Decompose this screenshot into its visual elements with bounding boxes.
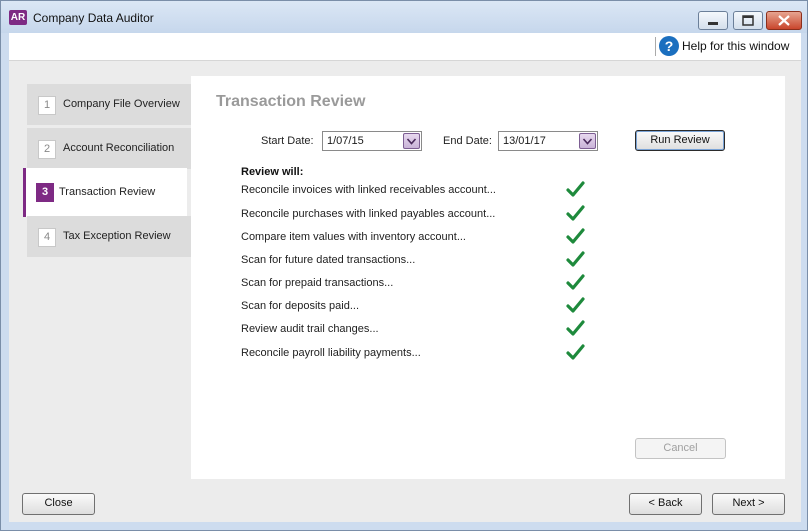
list-item: Scan for future dated transactions...	[241, 251, 591, 276]
help-link[interactable]: Help for this window	[682, 39, 789, 53]
close-icon	[778, 15, 790, 26]
review-item-text: Scan for future dated transactions...	[241, 254, 416, 266]
client-area: ? Help for this window 1 Company File Ov…	[9, 33, 801, 522]
cancel-button[interactable]: Cancel	[635, 438, 726, 459]
close-window-button[interactable]	[766, 11, 802, 30]
review-item-text: Scan for deposits paid...	[241, 300, 360, 312]
review-item-text: Reconcile payroll liability payments...	[241, 347, 421, 359]
window-title: Company Data Auditor	[33, 11, 154, 25]
help-bar: ? Help for this window	[9, 33, 801, 61]
back-button[interactable]: < Back	[629, 493, 702, 515]
list-item: Scan for deposits paid...	[241, 297, 591, 322]
check-icon	[566, 344, 585, 360]
step-tax-exception-review[interactable]: 4 Tax Exception Review	[27, 216, 191, 257]
check-icon	[566, 274, 585, 290]
chevron-down-icon[interactable]	[579, 133, 596, 149]
list-item: Compare item values with inventory accou…	[241, 228, 591, 253]
end-date-field[interactable]: 13/01/17	[498, 131, 598, 151]
list-item: Reconcile payroll liability payments...	[241, 344, 591, 369]
app-logo-icon: AR	[9, 10, 27, 25]
help-icon[interactable]: ?	[659, 36, 679, 56]
minimize-button[interactable]	[698, 11, 728, 30]
review-heading: Review will:	[241, 166, 304, 178]
start-date-label: Start Date:	[261, 135, 314, 147]
maximize-icon	[742, 15, 754, 26]
content-panel: Transaction Review Start Date: 1/07/15 E…	[191, 76, 785, 479]
page-title: Transaction Review	[216, 93, 366, 110]
list-item: Reconcile purchases with linked payables…	[241, 205, 591, 230]
end-date-value: 13/01/17	[503, 135, 546, 147]
step-company-file-overview[interactable]: 1 Company File Overview	[27, 84, 191, 125]
check-icon	[566, 181, 585, 197]
check-icon	[566, 205, 585, 221]
next-button[interactable]: Next >	[712, 493, 785, 515]
step-label: Account Reconciliation	[63, 142, 175, 154]
check-icon	[566, 297, 585, 313]
step-number: 4	[38, 228, 56, 247]
minimize-icon	[708, 22, 718, 25]
step-account-reconciliation[interactable]: 2 Account Reconciliation	[27, 128, 191, 169]
start-date-value: 1/07/15	[327, 135, 364, 147]
list-item: Scan for prepaid transactions...	[241, 274, 591, 299]
list-item: Reconcile invoices with linked receivabl…	[241, 181, 591, 206]
list-item: Review audit trail changes...	[241, 320, 591, 345]
step-label: Transaction Review	[59, 186, 156, 198]
review-item-text: Review audit trail changes...	[241, 323, 379, 335]
step-transaction-review[interactable]: 3 Transaction Review	[23, 168, 187, 217]
run-review-button[interactable]: Run Review	[635, 130, 725, 151]
review-item-text: Reconcile invoices with linked receivabl…	[241, 184, 496, 196]
step-number: 2	[38, 140, 56, 159]
maximize-button[interactable]	[733, 11, 763, 30]
step-label: Tax Exception Review	[63, 230, 171, 242]
review-item-text: Compare item values with inventory accou…	[241, 231, 466, 243]
check-icon	[566, 320, 585, 336]
step-number: 3	[36, 183, 54, 202]
help-separator	[655, 37, 656, 56]
step-label: Company File Overview	[63, 98, 180, 110]
step-number: 1	[38, 96, 56, 115]
app-window: AR Company Data Auditor ? Help for this …	[0, 0, 808, 531]
end-date-label: End Date:	[443, 135, 492, 147]
title-bar: AR Company Data Auditor	[1, 1, 807, 33]
review-item-text: Scan for prepaid transactions...	[241, 277, 394, 289]
check-icon	[566, 251, 585, 267]
chevron-down-icon[interactable]	[403, 133, 420, 149]
review-item-text: Reconcile purchases with linked payables…	[241, 208, 496, 220]
close-button[interactable]: Close	[22, 493, 95, 515]
start-date-field[interactable]: 1/07/15	[322, 131, 422, 151]
check-icon	[566, 228, 585, 244]
